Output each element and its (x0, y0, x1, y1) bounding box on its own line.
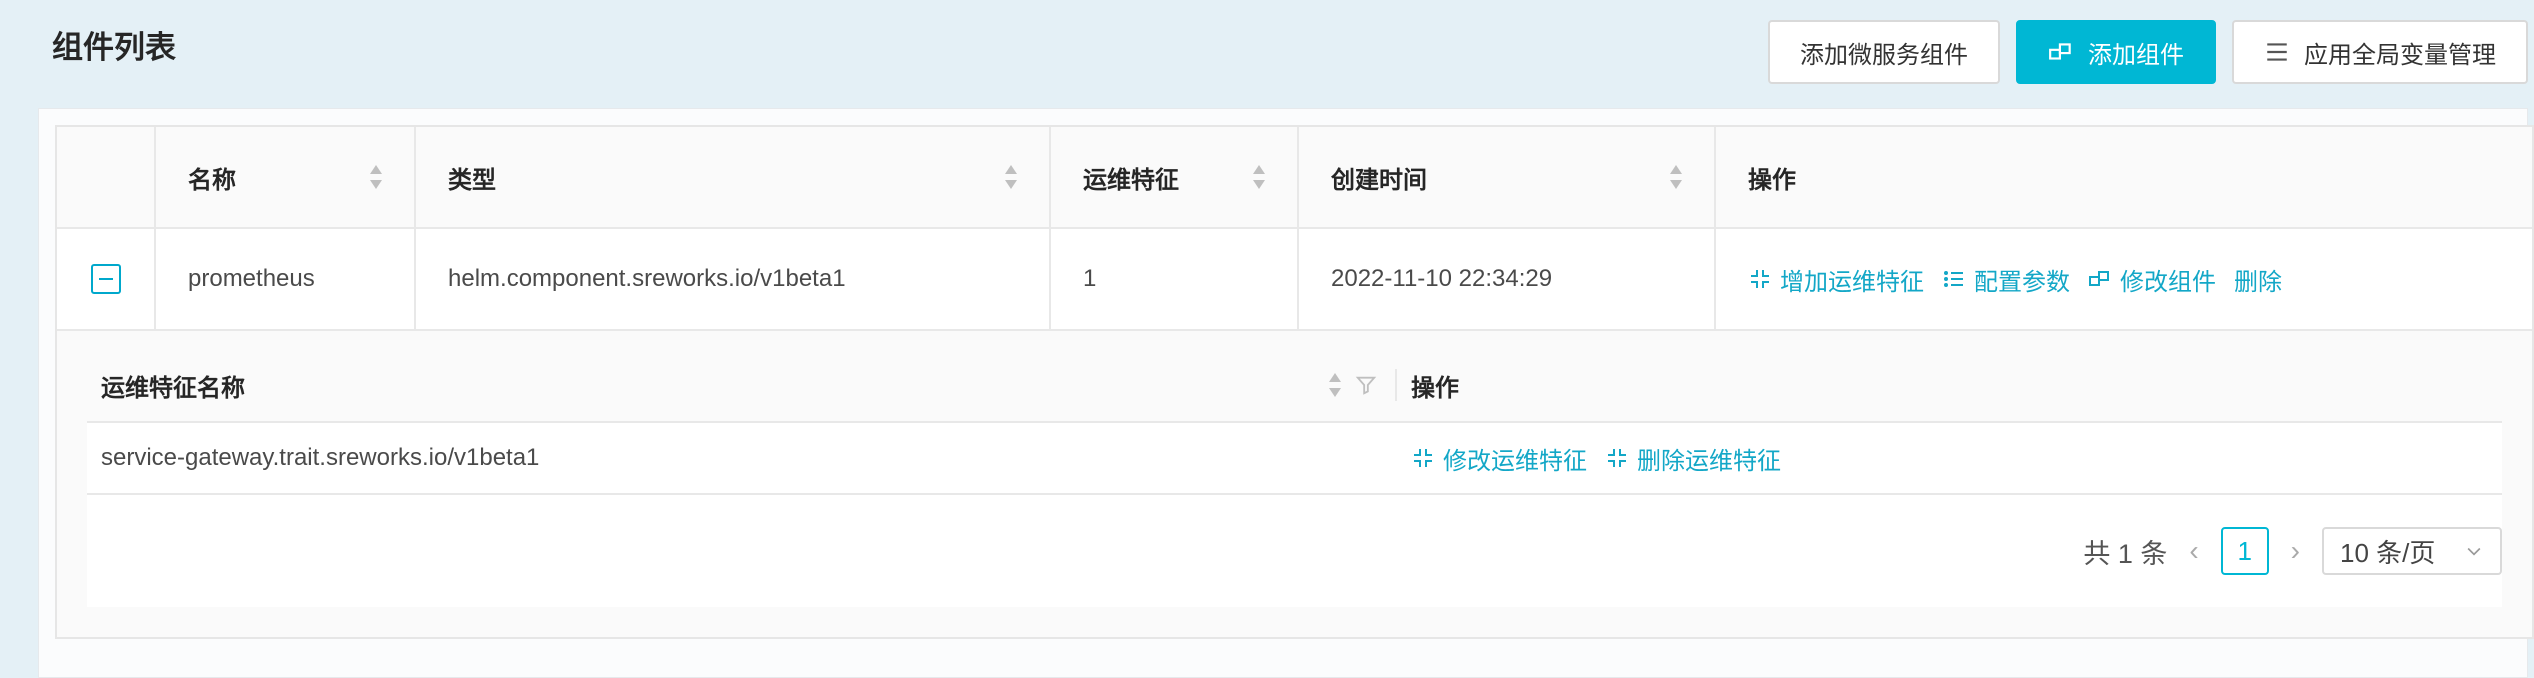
expand-cell (57, 229, 156, 329)
sort-icon[interactable] (1251, 163, 1267, 191)
column-header-trait-actions: 操作 (1411, 374, 1459, 402)
add-trait-link[interactable]: 增加运维特征 (1748, 262, 1924, 297)
global-variable-management-label: 应用全局变量管理 (2304, 41, 2496, 69)
sort-icon[interactable] (1668, 163, 1684, 191)
component-name: prometheus (156, 229, 416, 329)
collapse-row-button[interactable] (90, 264, 121, 294)
column-header-trait-name[interactable]: 运维特征名称 (87, 349, 1397, 421)
component-icon (2089, 271, 2109, 286)
traits-table: 运维特征名称 操作 service-gateway.trait.sreworks… (87, 349, 2502, 607)
compress-icon (1751, 270, 1769, 288)
delete-component-link[interactable]: 删除 (2234, 262, 2282, 297)
column-header-name[interactable]: 名称 (156, 127, 416, 227)
global-variable-management-button[interactable]: 应用全局变量管理 (2232, 20, 2528, 84)
page-title: 组件列表 (52, 30, 176, 65)
prev-page-icon[interactable]: ‹ (2189, 535, 2198, 567)
column-header-type[interactable]: 类型 (416, 127, 1051, 227)
list-icon (1944, 271, 1963, 287)
table-row: prometheus helm.component.sreworks.io/v1… (57, 229, 2532, 331)
minus-icon (98, 278, 113, 280)
compress-icon (1608, 449, 1626, 467)
add-microservice-component-label: 添加微服务组件 (1800, 41, 1968, 69)
component-type: helm.component.sreworks.io/v1beta1 (416, 229, 1051, 329)
traits-table-header: 运维特征名称 操作 (87, 349, 2502, 423)
delete-trait-link[interactable]: 删除运维特征 (1605, 441, 1781, 476)
component-icon (2049, 43, 2071, 60)
trait-count: 1 (1051, 229, 1299, 329)
chevron-down-icon (2467, 547, 2481, 556)
page-size-select[interactable]: 10 条/页 (2322, 527, 2502, 575)
component-table: 名称 类型 运维特征 创建时间 操作 prometheus helm.compo… (55, 125, 2534, 639)
expanded-row: 运维特征名称 操作 service-gateway.trait.sreworks… (57, 331, 2532, 637)
pagination-total: 共 1 条 (2083, 538, 2168, 569)
trait-actions: 修改运维特征 删除运维特征 (1397, 423, 2502, 493)
pagination: 共 1 条 ‹ 1 › 10 条/页 (87, 495, 2502, 607)
next-page-icon[interactable]: › (2291, 535, 2300, 567)
add-component-label: 添加组件 (2088, 41, 2184, 69)
column-header-actions: 操作 (1748, 166, 1796, 194)
table-header: 名称 类型 运维特征 创建时间 操作 (57, 127, 2532, 229)
column-header-traits[interactable]: 运维特征 (1051, 127, 1299, 227)
row-actions: 增加运维特征 配置参数 修改组件 删除 (1716, 229, 2532, 329)
add-component-button[interactable]: 添加组件 (2016, 20, 2216, 84)
sort-icon[interactable] (1003, 163, 1019, 191)
filter-icon[interactable] (1355, 374, 1377, 396)
menu-icon (2267, 43, 2287, 61)
page-button-current[interactable]: 1 (2220, 527, 2269, 575)
table-row: service-gateway.trait.sreworks.io/v1beta… (87, 423, 2502, 495)
created-time: 2022-11-10 22:34:29 (1299, 229, 1716, 329)
column-header-created[interactable]: 创建时间 (1299, 127, 1716, 227)
edit-trait-link[interactable]: 修改运维特征 (1411, 441, 1587, 476)
config-params-link[interactable]: 配置参数 (1942, 262, 2070, 297)
edit-component-link[interactable]: 修改组件 (2088, 262, 2216, 297)
trait-name: service-gateway.trait.sreworks.io/v1beta… (101, 444, 540, 471)
sort-icon[interactable] (368, 163, 384, 191)
compress-icon (1414, 449, 1432, 467)
add-microservice-component-button[interactable]: 添加微服务组件 (1768, 20, 2000, 84)
toolbar: 添加微服务组件 添加组件 应用全局变量管理 (1768, 20, 2528, 84)
sort-icon[interactable] (1327, 371, 1343, 399)
expand-column-header (57, 127, 156, 227)
